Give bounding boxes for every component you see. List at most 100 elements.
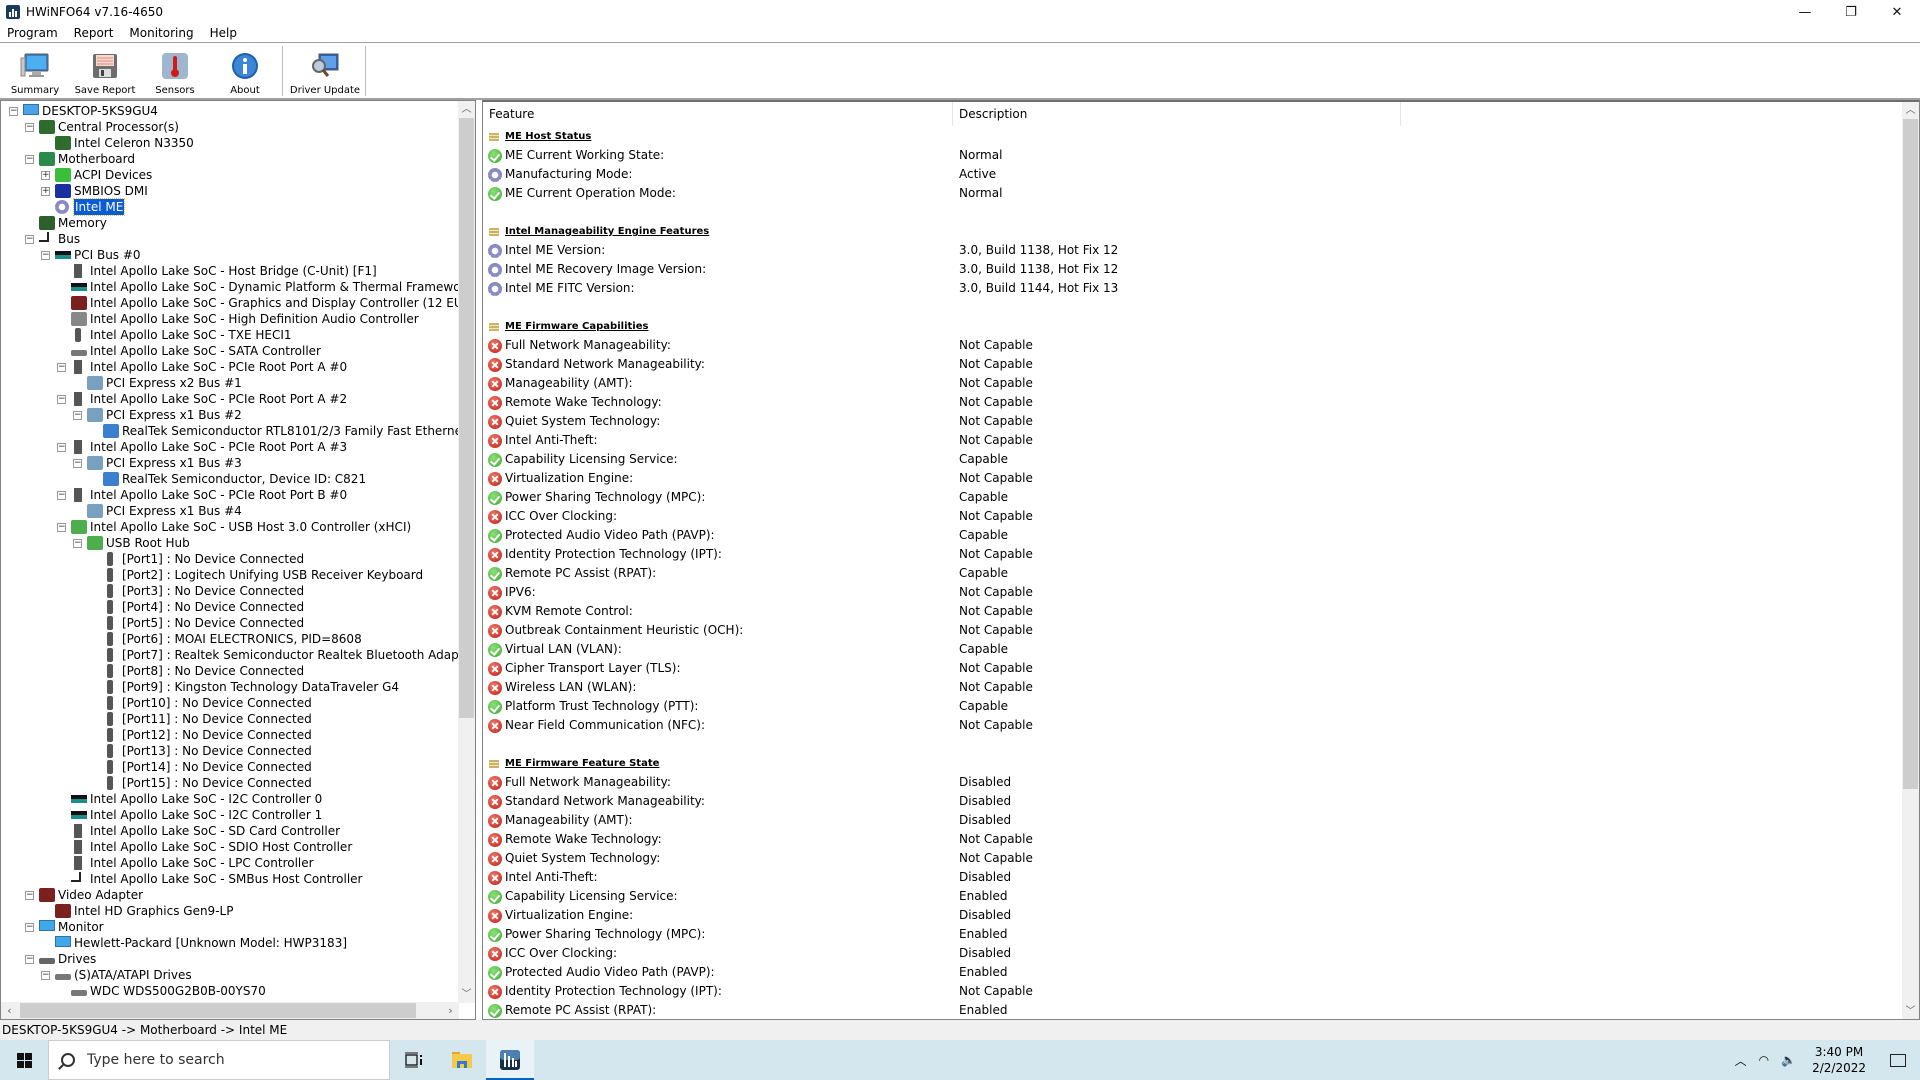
scroll-up-icon[interactable]: ︿ bbox=[458, 101, 475, 118]
detail-row[interactable]: Remote Wake Technology: Not Capable bbox=[483, 393, 1903, 412]
section-header[interactable]: Intel Manageability Engine Features bbox=[483, 222, 1903, 241]
detail-row[interactable]: Intel ME Recovery Image Version: 3.0, Bui… bbox=[483, 260, 1903, 279]
tree-item[interactable]: Intel Apollo Lake SoC - Dynamic Platform… bbox=[1, 279, 459, 295]
tree-item[interactable]: [Port14] : No Device Connected bbox=[1, 759, 459, 775]
start-button[interactable] bbox=[0, 1040, 48, 1080]
tree-hscroll-thumb[interactable] bbox=[20, 1003, 416, 1018]
detail-row[interactable]: Intel Anti-Theft: Disabled bbox=[483, 868, 1903, 887]
driver-update-button[interactable]: Driver Update bbox=[285, 43, 365, 99]
tree-item[interactable]: [Port5] : No Device Connected bbox=[1, 615, 459, 631]
tree-item[interactable]: Intel Apollo Lake SoC - SMBus Host Contr… bbox=[1, 871, 459, 887]
menu-report[interactable]: Report bbox=[66, 26, 122, 40]
collapse-toggle[interactable]: − bbox=[41, 251, 50, 260]
task-view-button[interactable] bbox=[390, 1040, 438, 1080]
taskbar-clock[interactable]: 3:40 PM 2/2/2022 bbox=[1802, 1044, 1876, 1076]
detail-row[interactable]: Full Network Manageability: Not Capable bbox=[483, 336, 1903, 355]
collapse-toggle[interactable]: − bbox=[25, 923, 34, 932]
detail-row[interactable]: Virtual LAN (VLAN): Capable bbox=[483, 640, 1903, 659]
detail-row[interactable]: Standard Network Manageability: Not Capab… bbox=[483, 355, 1903, 374]
tree-item[interactable]: [Port6] : MOAI ELECTRONICS, PID=8608 bbox=[1, 631, 459, 647]
tree-item[interactable]: − Intel Apollo Lake SoC - PCIe Root Port … bbox=[1, 391, 459, 407]
collapse-toggle[interactable]: − bbox=[25, 891, 34, 900]
column-header-description[interactable]: Description bbox=[953, 102, 1401, 126]
tree-item[interactable]: − PCI Express x1 Bus #3 bbox=[1, 455, 459, 471]
detail-row[interactable]: Power Sharing Technology (MPC): Capable bbox=[483, 488, 1903, 507]
hwinfo-taskbar-button[interactable] bbox=[486, 1040, 534, 1080]
section-header[interactable]: ME Firmware Feature State bbox=[483, 754, 1903, 773]
detail-row[interactable]: Virtualization Engine: Disabled bbox=[483, 906, 1903, 925]
tree-item[interactable]: Intel Apollo Lake SoC - SD Card Controll… bbox=[1, 823, 459, 839]
menu-program[interactable]: Program bbox=[0, 26, 66, 40]
collapse-toggle[interactable]: − bbox=[57, 363, 66, 372]
tree-item[interactable]: Intel Apollo Lake SoC - TXE HECI1 bbox=[1, 327, 459, 343]
tree-vertical-scrollbar[interactable]: ︿ ﹀ bbox=[458, 101, 475, 1003]
tree-item[interactable]: PCI Express x2 Bus #1 bbox=[1, 375, 459, 391]
tree-item[interactable]: − PCI Bus #0 bbox=[1, 247, 459, 263]
tree-item[interactable]: + ACPI Devices bbox=[1, 167, 459, 183]
detail-row[interactable]: Power Sharing Technology (MPC): Enabled bbox=[483, 925, 1903, 944]
tree-item[interactable]: Hewlett-Packard [Unknown Model: HWP3183] bbox=[1, 935, 459, 951]
tree-item[interactable]: Intel Apollo Lake SoC - I2C Controller 0 bbox=[1, 791, 459, 807]
tree-item[interactable]: Intel Apollo Lake SoC - I2C Controller 1 bbox=[1, 807, 459, 823]
collapse-toggle[interactable]: − bbox=[57, 491, 66, 500]
tree-item[interactable]: Intel Apollo Lake SoC - SDIO Host Contro… bbox=[1, 839, 459, 855]
detail-row[interactable]: Manufacturing Mode: Active bbox=[483, 165, 1903, 184]
tree-item[interactable]: Memory bbox=[1, 215, 459, 231]
detail-row[interactable]: Identity Protection Technology (IPT): Not… bbox=[483, 545, 1903, 564]
tree-item[interactable]: WDC WDS500G2B0B-00YS70 bbox=[1, 983, 459, 999]
close-button[interactable]: ✕ bbox=[1874, 0, 1920, 24]
tree-scroll-thumb[interactable] bbox=[459, 118, 474, 718]
tree-item[interactable]: − Intel Apollo Lake SoC - PCIe Root Port … bbox=[1, 487, 459, 503]
collapse-toggle[interactable]: − bbox=[25, 955, 34, 964]
chevron-up-icon[interactable]: ︿ bbox=[1729, 1052, 1753, 1069]
detail-scroll-thumb[interactable] bbox=[1903, 119, 1918, 789]
tree-item[interactable]: − Monitor bbox=[1, 919, 459, 935]
tree-item[interactable]: − PCI Express x1 Bus #2 bbox=[1, 407, 459, 423]
tree-item[interactable]: [Port7] : Realtek Semiconductor Realtek … bbox=[1, 647, 459, 663]
menu-help[interactable]: Help bbox=[202, 26, 245, 40]
detail-row[interactable]: Intel ME FITC Version: 3.0, Build 1144, H… bbox=[483, 279, 1903, 298]
detail-row[interactable]: Remote PC Assist (RPAT): Capable bbox=[483, 564, 1903, 583]
detail-row[interactable]: KVM Remote Control: Not Capable bbox=[483, 602, 1903, 621]
collapse-toggle[interactable]: − bbox=[9, 107, 18, 116]
tree-item[interactable]: [Port15] : No Device Connected bbox=[1, 775, 459, 791]
scroll-left-icon[interactable]: ‹ bbox=[1, 1002, 18, 1019]
about-button[interactable]: About bbox=[210, 43, 280, 99]
collapse-toggle[interactable]: − bbox=[41, 971, 50, 980]
collapse-toggle[interactable]: − bbox=[73, 539, 82, 548]
tree-item[interactable]: Intel Apollo Lake SoC - LPC Controller bbox=[1, 855, 459, 871]
column-header-feature[interactable]: Feature bbox=[483, 102, 953, 126]
detail-row[interactable]: Protected Audio Video Path (PAVP): Enable… bbox=[483, 963, 1903, 982]
tree-item[interactable]: [Port13] : No Device Connected bbox=[1, 743, 459, 759]
expand-toggle[interactable]: + bbox=[41, 171, 50, 180]
tree-item[interactable]: − (S)ATA/ATAPI Drives bbox=[1, 967, 459, 983]
tree-item[interactable]: [Port4] : No Device Connected bbox=[1, 599, 459, 615]
detail-row[interactable]: Full Network Manageability: Disabled bbox=[483, 773, 1903, 792]
tree-item[interactable]: − Video Adapter bbox=[1, 887, 459, 903]
tree-item[interactable]: − Bus bbox=[1, 231, 459, 247]
speaker-icon[interactable]: 🔈 bbox=[1775, 1053, 1802, 1067]
collapse-toggle[interactable]: − bbox=[25, 235, 34, 244]
file-explorer-taskbar-button[interactable] bbox=[438, 1040, 486, 1080]
tree-item[interactable]: [Port10] : No Device Connected bbox=[1, 695, 459, 711]
tree-item[interactable]: − Intel Apollo Lake SoC - PCIe Root Port … bbox=[1, 359, 459, 375]
detail-row[interactable]: Manageability (AMT): Disabled bbox=[483, 811, 1903, 830]
collapse-toggle[interactable]: − bbox=[57, 523, 66, 532]
scroll-down-icon[interactable]: ﹀ bbox=[1902, 1003, 1919, 1019]
tree-item[interactable]: Intel Celeron N3350 bbox=[1, 135, 459, 151]
restore-button[interactable]: ❐ bbox=[1828, 0, 1874, 24]
taskbar-search-box[interactable]: Type here to search bbox=[48, 1040, 390, 1080]
detail-row[interactable]: Remote Wake Technology: Not Capable bbox=[483, 830, 1903, 849]
detail-row[interactable]: Manageability (AMT): Not Capable bbox=[483, 374, 1903, 393]
detail-row[interactable]: Capability Licensing Service: Enabled bbox=[483, 887, 1903, 906]
device-tree[interactable]: − DESKTOP-5KS9GU4− Central Processor(s) Int… bbox=[1, 103, 459, 999]
detail-vertical-scrollbar[interactable]: ︿ ﹀ bbox=[1902, 102, 1919, 1019]
collapse-toggle[interactable]: − bbox=[73, 459, 82, 468]
detail-row[interactable]: Quiet System Technology: Not Capable bbox=[483, 849, 1903, 868]
tree-item[interactable]: + SMBIOS DMI bbox=[1, 183, 459, 199]
tree-item[interactable]: [Port12] : No Device Connected bbox=[1, 727, 459, 743]
sensors-button[interactable]: Sensors bbox=[140, 43, 210, 99]
collapse-toggle[interactable]: − bbox=[57, 443, 66, 452]
section-header[interactable]: ME Firmware Capabilities bbox=[483, 317, 1903, 336]
detail-row[interactable]: Intel Anti-Theft: Not Capable bbox=[483, 431, 1903, 450]
